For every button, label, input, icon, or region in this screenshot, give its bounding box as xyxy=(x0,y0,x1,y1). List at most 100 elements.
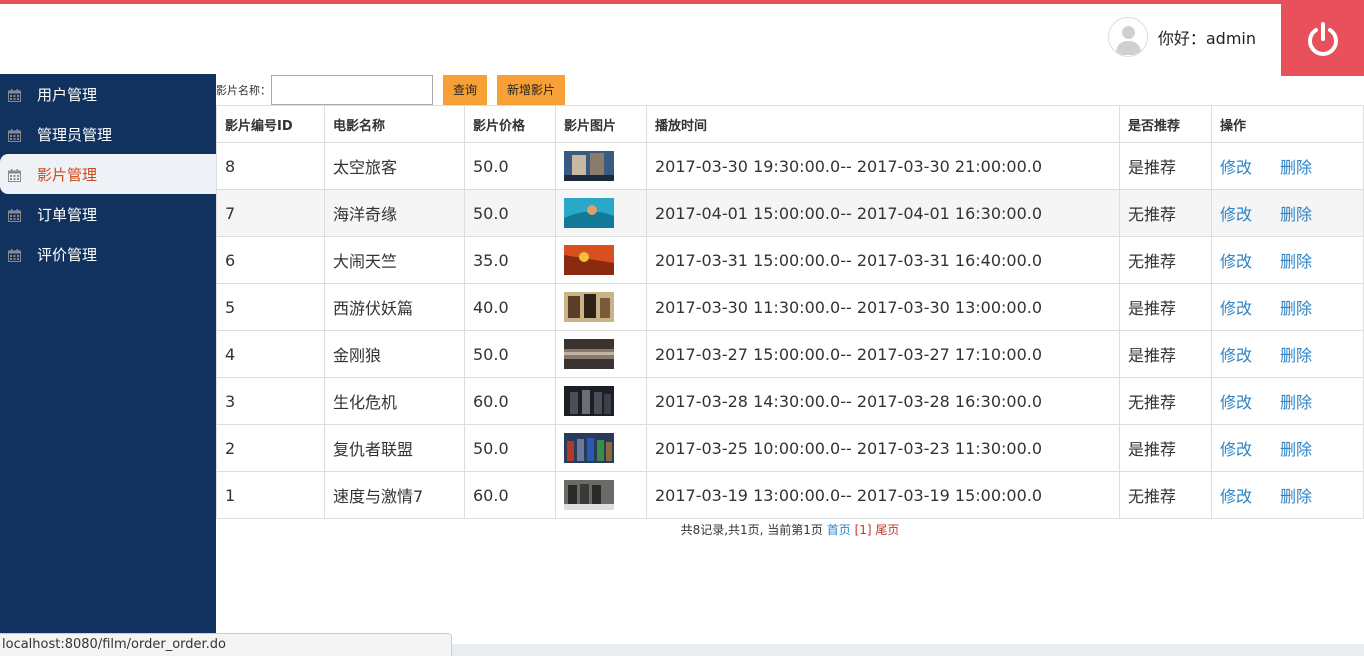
edit-link[interactable]: 修改 xyxy=(1220,393,1252,412)
delete-link[interactable]: 删除 xyxy=(1280,440,1312,459)
greeting-text: 你好：admin xyxy=(1157,29,1256,48)
pagination-summary: 共8记录,共1页, 当前第1页 xyxy=(680,523,823,537)
col-header-time: 播放时间 xyxy=(646,105,1120,143)
col-header-price: 影片价格 xyxy=(464,105,556,143)
edit-link[interactable]: 修改 xyxy=(1220,487,1252,506)
film-name: 金刚狼 xyxy=(324,330,465,378)
recommend-status: 无推荐 xyxy=(1119,189,1212,237)
recommend-status: 无推荐 xyxy=(1119,377,1212,425)
film-id: 8 xyxy=(216,142,325,190)
film-image-cell xyxy=(555,189,647,237)
film-price: 50.0 xyxy=(464,189,556,237)
edit-link[interactable]: 修改 xyxy=(1220,299,1252,318)
pagination: 共8记录,共1页, 当前第1页 首页 [1] 尾页 xyxy=(216,521,1364,538)
film-name: 大闹天竺 xyxy=(324,236,465,284)
film-image-cell xyxy=(555,471,647,519)
table-row: 8 太空旅客 50.0 2017-03-30 19:30:00.0-- 2017… xyxy=(216,142,1364,190)
film-name: 海洋奇缘 xyxy=(324,189,465,237)
film-price: 50.0 xyxy=(464,142,556,190)
play-time: 2017-03-31 15:00:00.0-- 2017-03-31 16:40… xyxy=(646,236,1120,284)
edit-link[interactable]: 修改 xyxy=(1220,205,1252,224)
film-price: 35.0 xyxy=(464,236,556,284)
sidebar-item-label: 管理员管理 xyxy=(37,125,113,144)
power-icon xyxy=(1307,22,1338,56)
search-bar: 影片名称： 查询 新增影片 xyxy=(216,74,1364,105)
film-id: 2 xyxy=(216,424,325,472)
logout-button[interactable] xyxy=(1281,4,1364,76)
film-image-cell xyxy=(555,377,647,425)
play-time: 2017-03-25 10:00:00.0-- 2017-03-23 11:30… xyxy=(646,424,1120,472)
play-time: 2017-03-27 15:00:00.0-- 2017-03-27 17:10… xyxy=(646,330,1120,378)
film-name: 西游伏妖篇 xyxy=(324,283,465,331)
sidebar-item-films[interactable]: 影片管理 xyxy=(0,154,216,194)
film-image-cell xyxy=(555,330,647,378)
play-time: 2017-03-28 14:30:00.0-- 2017-03-28 16:30… xyxy=(646,377,1120,425)
table-header-row: 影片编号ID 电影名称 影片价格 影片图片 播放时间 是否推荐 操作 xyxy=(216,105,1364,143)
delete-link[interactable]: 删除 xyxy=(1280,205,1312,224)
actions-cell: 修改 删除 xyxy=(1211,189,1364,237)
sidebar-item-admins[interactable]: 管理员管理 xyxy=(0,114,216,154)
play-time: 2017-03-30 11:30:00.0-- 2017-03-30 13:00… xyxy=(646,283,1120,331)
query-button[interactable]: 查询 xyxy=(443,74,488,105)
first-page-link[interactable]: 首页 xyxy=(827,523,851,537)
delete-link[interactable]: 删除 xyxy=(1280,299,1312,318)
table-row: 2 复仇者联盟 50.0 2017-03-25 10:00:00.0-- 201… xyxy=(216,424,1364,472)
sidebar-item-orders[interactable]: 订单管理 xyxy=(0,194,216,234)
delete-link[interactable]: 删除 xyxy=(1280,487,1312,506)
play-time: 2017-04-01 15:00:00.0-- 2017-04-01 16:30… xyxy=(646,189,1120,237)
film-name: 速度与激情7 xyxy=(324,471,465,519)
col-header-name: 电影名称 xyxy=(324,105,465,143)
recommend-status: 是推荐 xyxy=(1119,330,1212,378)
add-film-button[interactable]: 新增影片 xyxy=(497,74,566,105)
actions-cell: 修改 删除 xyxy=(1211,283,1364,331)
recommend-status: 是推荐 xyxy=(1119,142,1212,190)
recommend-status: 无推荐 xyxy=(1119,471,1212,519)
recommend-status: 是推荐 xyxy=(1119,283,1212,331)
last-page-link[interactable]: 尾页 xyxy=(875,523,899,537)
current-page: [1] xyxy=(854,523,872,537)
film-price: 60.0 xyxy=(464,471,556,519)
col-header-image: 影片图片 xyxy=(555,105,647,143)
delete-link[interactable]: 删除 xyxy=(1280,158,1312,177)
film-name-input[interactable] xyxy=(271,74,433,105)
table-row: 3 生化危机 60.0 2017-03-28 14:30:00.0-- 2017… xyxy=(216,377,1364,425)
sidebar-item-reviews[interactable]: 评价管理 xyxy=(0,234,216,274)
edit-link[interactable]: 修改 xyxy=(1220,440,1252,459)
delete-link[interactable]: 删除 xyxy=(1280,393,1312,412)
calendar-icon xyxy=(8,168,21,182)
col-header-recommend: 是否推荐 xyxy=(1119,105,1212,143)
film-poster-image xyxy=(564,198,614,228)
film-poster-image xyxy=(564,480,614,510)
calendar-icon xyxy=(8,248,21,262)
edit-link[interactable]: 修改 xyxy=(1220,346,1252,365)
film-image-cell xyxy=(555,283,647,331)
film-id: 1 xyxy=(216,471,325,519)
top-header: 你好：admin xyxy=(0,0,1364,76)
sidebar-item-label: 用户管理 xyxy=(37,85,98,104)
film-poster-image xyxy=(564,433,614,463)
film-id: 5 xyxy=(216,283,325,331)
avatar[interactable] xyxy=(1107,17,1148,57)
film-poster-image xyxy=(564,151,614,181)
edit-link[interactable]: 修改 xyxy=(1220,252,1252,271)
main-content: 影片名称： 查询 新增影片 影片编号ID 电影名称 影片价格 影片图片 播放时间… xyxy=(216,74,1364,644)
calendar-icon xyxy=(8,128,21,142)
film-id: 6 xyxy=(216,236,325,284)
film-id: 4 xyxy=(216,330,325,378)
edit-link[interactable]: 修改 xyxy=(1220,158,1252,177)
film-poster-image xyxy=(564,292,614,322)
film-name-label: 影片名称： xyxy=(216,83,271,97)
sidebar-item-label: 订单管理 xyxy=(37,205,98,224)
table-row: 4 金刚狼 50.0 2017-03-27 15:00:00.0-- 2017-… xyxy=(216,330,1364,378)
film-image-cell xyxy=(555,236,647,284)
table-row: 6 大闹天竺 35.0 2017-03-31 15:00:00.0-- 2017… xyxy=(216,236,1364,284)
delete-link[interactable]: 删除 xyxy=(1280,346,1312,365)
actions-cell: 修改 删除 xyxy=(1211,142,1364,190)
sidebar-item-users[interactable]: 用户管理 xyxy=(0,74,216,114)
actions-cell: 修改 删除 xyxy=(1211,377,1364,425)
browser-status-bar: localhost:8080/film/order_order.do xyxy=(0,633,452,656)
delete-link[interactable]: 删除 xyxy=(1280,252,1312,271)
film-id: 3 xyxy=(216,377,325,425)
play-time: 2017-03-19 13:00:00.0-- 2017-03-19 15:00… xyxy=(646,471,1120,519)
film-price: 40.0 xyxy=(464,283,556,331)
